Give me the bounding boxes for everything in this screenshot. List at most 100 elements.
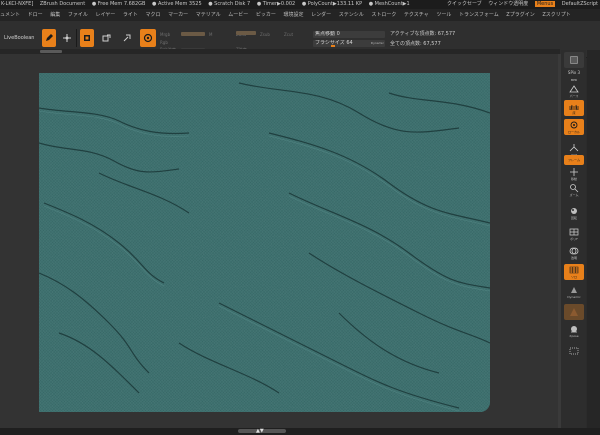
rotate-button-alt[interactable] (120, 29, 134, 47)
dynamic-tag[interactable]: Dynamic (371, 40, 384, 47)
perspective-label: パース (569, 94, 579, 98)
zoom-view-icon (570, 184, 579, 193)
local-button[interactable]: ローカル (564, 119, 584, 135)
rotate-view-button[interactable]: 回転 (564, 205, 584, 221)
document-canvas[interactable] (39, 73, 490, 412)
title-bar: K-LKCI-NXFE] ZBrush Document ● Free Mem … (0, 0, 600, 9)
edit-button[interactable] (42, 29, 56, 47)
menu-material[interactable]: マテリアル (196, 12, 221, 18)
floor-label: 床 (572, 111, 576, 115)
mrgb-slider[interactable] (181, 32, 205, 36)
menu-stencil[interactable]: ステンシル (339, 12, 364, 18)
menu-transform[interactable]: トランスフォーム (459, 12, 499, 18)
menu-zplugin[interactable]: Zプラグイン (506, 12, 534, 18)
menu-tool[interactable]: ツール (436, 12, 451, 18)
draw-button[interactable] (60, 29, 74, 47)
rotate-button[interactable] (140, 29, 156, 47)
draw-icon (63, 34, 71, 42)
edit-icon (46, 34, 53, 41)
menu-texture[interactable]: テクスチャ (404, 12, 429, 18)
bpr-icon (570, 56, 578, 64)
polyframe-view-button[interactable]: ポリF (564, 226, 584, 242)
menu-preferences[interactable]: 環境設定 (283, 12, 303, 18)
active-points: アクティブな頂点数: 67,577 (390, 31, 456, 37)
rotate-icon (143, 33, 153, 43)
draw-size-slider[interactable]: ブラシサイズ 64 Dynamic (313, 40, 385, 47)
dynamic-icon (571, 287, 577, 293)
polyframe-view-label: ポリF (570, 237, 578, 241)
menu-layer[interactable]: レイヤー (95, 12, 115, 18)
frame-label: フレーム (568, 158, 580, 162)
menu-picker[interactable]: ピッカー (256, 12, 276, 18)
solo-label: ソロ (570, 275, 577, 279)
zoom-view-button[interactable]: ズーム (564, 182, 584, 198)
terrain-mesh (39, 73, 490, 412)
right-tray-scroll[interactable] (587, 50, 600, 428)
menu-macro[interactable]: マクロ (146, 12, 161, 18)
menu-movie[interactable]: ムービー (228, 12, 248, 18)
clip-icon (569, 347, 579, 355)
scratch-disk: ● Scratch Disk 7 (208, 1, 251, 7)
shelf-scroll-thumb[interactable] (40, 50, 62, 53)
focal-shift-slider[interactable]: 焦点移動 0 (313, 31, 385, 38)
document-name: ZBrush Document (39, 1, 86, 7)
bottom-tray-arrows[interactable]: ▲▼ (256, 428, 264, 435)
move-view-label: 移動 (570, 177, 577, 181)
xpose-icon (571, 326, 577, 333)
free-mem: ● Free Mem 7.682GB (91, 1, 146, 7)
livebool-button[interactable]: LiveBoolean (4, 35, 34, 41)
floor-button[interactable]: 床 (564, 100, 584, 116)
zcut-label[interactable]: Zcut (284, 32, 293, 37)
floor-grid-icon (569, 104, 579, 111)
dynamic-button[interactable]: Dynamic (564, 284, 584, 300)
title-status: K-LKCI-NXFE] ZBrush Document ● Free Mem … (1, 0, 415, 9)
xpose-button[interactable]: Xpose (564, 323, 584, 339)
bpr-render-button[interactable] (564, 52, 584, 68)
local-transform-icon (570, 121, 578, 129)
menu-edit[interactable]: 編集 (50, 12, 60, 18)
xpose-label: Xpose (569, 334, 579, 338)
menu-zscript[interactable]: Zスクリプト (542, 12, 570, 18)
menu-document[interactable]: ュメント (0, 12, 20, 18)
material-button[interactable] (564, 304, 584, 320)
solo-grid-icon (569, 266, 579, 274)
draw-size-value: 64 (346, 40, 353, 46)
quicksave-button[interactable]: クイックセーブ (447, 1, 482, 7)
perspective-button[interactable]: パース (564, 83, 584, 99)
polyframe-view-icon (569, 228, 579, 236)
menus-button[interactable]: Menus (534, 1, 556, 7)
default-zscript-button[interactable]: DefaultZScript (562, 1, 598, 7)
divider (76, 29, 77, 47)
frame-button[interactable]: フレーム (564, 155, 584, 165)
rotate-view-label: 回転 (570, 216, 577, 220)
rgb-label[interactable]: Rgb (160, 40, 168, 45)
menu-light[interactable]: ライト (123, 12, 138, 18)
rotate-alt-icon (123, 34, 131, 42)
zadd-toggle[interactable] (236, 31, 256, 35)
zoom-view-label: ズーム (569, 193, 579, 197)
move-button[interactable] (80, 29, 94, 47)
menu-bar: ュメント ドロー 編集 ファイル レイヤー ライト マクロ マーカー マテリアル… (0, 9, 600, 21)
move-view-button[interactable]: 移動 (564, 166, 584, 182)
clip-button[interactable] (564, 343, 584, 359)
menu-file[interactable]: ファイル (68, 12, 88, 18)
m-label[interactable]: M (209, 32, 212, 37)
menu-stroke[interactable]: ストローク (371, 12, 396, 18)
menu-render[interactable]: レンダー (311, 12, 331, 18)
scale-button[interactable] (100, 29, 114, 47)
title-actions: クイックセーブ ウィンドウ透明度 Menus DefaultZScript (442, 0, 598, 9)
transparency-button[interactable]: ウィンドウ透明度 (488, 1, 528, 7)
menu-marker[interactable]: マーカー (168, 12, 188, 18)
zsub-label[interactable]: Zsub (260, 32, 270, 37)
poly-count: ● PolyCount▶133.11 KP (301, 1, 363, 7)
transp-label: 透明 (570, 256, 577, 260)
solo-button[interactable]: ソロ (564, 264, 584, 280)
mesh-count: ● MeshCount▶1 (368, 1, 410, 7)
document-id: K-LKCI-NXFE] (1, 1, 34, 7)
menu-draw[interactable]: ドロー (28, 12, 43, 18)
transp-button[interactable]: 透明 (564, 245, 584, 261)
focal-shift-value: 0 (336, 31, 340, 37)
spix-label[interactable]: SPix 3 (562, 70, 586, 75)
mrgb-label[interactable]: Mrgb (160, 32, 170, 37)
rotate-view-icon (571, 208, 577, 214)
